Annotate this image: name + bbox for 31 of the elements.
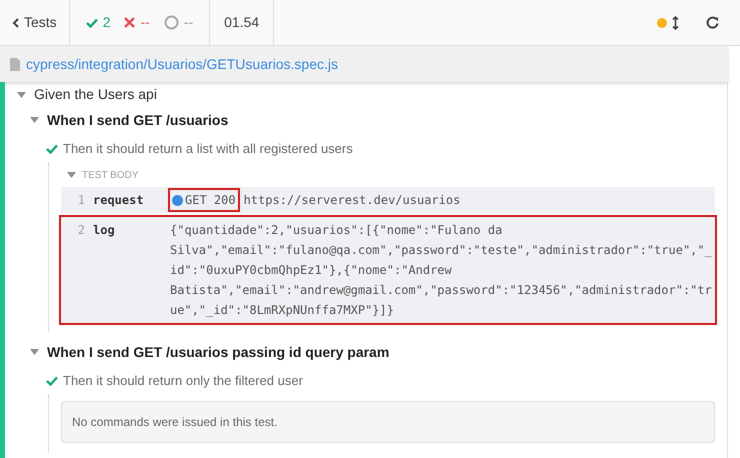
failed-count: -- [140,13,150,32]
command-name: log [93,222,116,239]
file-icon [10,58,20,70]
test-title[interactable]: Then it should return a list with all registered users [63,139,353,159]
command-name: request [93,192,145,209]
refresh-icon[interactable] [705,15,720,30]
duration: 01.54 [224,13,260,32]
suite-title[interactable]: When I send GET /usuarios [47,110,228,130]
cross-icon [124,17,136,28]
request-status: GET 200 [170,190,238,210]
request-url: https://serverest.dev/usuarios [244,192,460,209]
resize-icon[interactable] [672,16,679,30]
caret-icon[interactable] [30,349,39,355]
log-message: {"quantidade":2,"usuarios":[{"nome":"Fulano da Silva","email":"fulano@qa.com","password":"teste","administrador":"true","_id":"0uxuPY0cbmQhpEz1"},{"nome":"Andrew Batista","email":"andrew@gmail.com","password":"123456","administrador":"true","_id":"8LmRXpNUnffa7MXP"}]} [170,222,713,319]
suite-title[interactable]: When I send GET /usuarios passing id query param [47,342,390,362]
test-title[interactable]: Then it should return only the filtered user [63,371,303,391]
pending-icon [164,15,179,30]
pending-count: -- [184,13,194,32]
command-row[interactable]: 1 request GET 200 https://serverest.dev/usuarios [61,187,715,213]
chevron-icon [12,18,19,28]
check-icon [86,18,98,28]
caret-icon[interactable] [17,92,26,98]
command-row[interactable] [61,217,715,323]
caret-icon[interactable] [67,172,76,178]
suite-title[interactable]: Given the Users api [34,84,157,105]
line-number: 1 [76,192,85,209]
empty-message: No commands were issued in this test. [61,401,715,443]
line-number: 2 [76,222,85,239]
passed-count: 2 [102,13,110,32]
back-button[interactable]: Tests [0,0,70,45]
caret-icon[interactable] [30,117,39,123]
